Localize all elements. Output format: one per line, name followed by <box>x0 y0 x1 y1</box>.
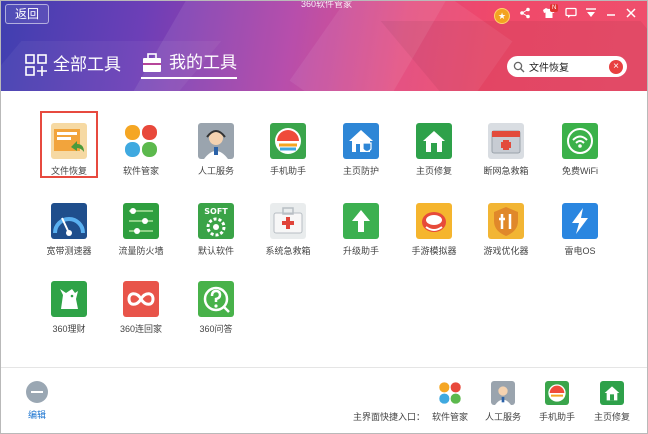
file-restore-icon <box>51 123 87 159</box>
close-icon[interactable] <box>623 7 639 21</box>
tool-label: 免费WiFi <box>562 166 598 176</box>
game-emulator-icon <box>416 203 452 239</box>
tool-file-restore[interactable]: 文件恢复 <box>40 111 98 178</box>
search-input[interactable] <box>529 61 605 72</box>
homepage-repair-icon <box>416 123 452 159</box>
share-icon[interactable] <box>517 7 533 21</box>
thunder-os-icon <box>562 203 598 239</box>
tab-my-tools[interactable]: 我的工具 <box>141 51 237 79</box>
shortcut-label: 主页修复 <box>593 412 630 422</box>
minimize-icon[interactable] <box>603 7 619 21</box>
shortcut-customer-service[interactable]: 人工服务 <box>478 381 528 423</box>
speedtest-icon <box>51 203 87 239</box>
default-software-icon: SOFT <box>198 203 234 239</box>
phone-assistant-icon <box>270 123 306 159</box>
homepage-protect-icon <box>343 123 379 159</box>
tool-traffic-firewall[interactable]: 流量防火墙 <box>106 203 176 257</box>
phone-assistant-icon <box>545 381 569 405</box>
shortcut-phone-assistant[interactable]: 手机助手 <box>532 381 582 423</box>
connect-home-icon <box>123 281 159 317</box>
tool-label: 雷电OS <box>564 246 596 256</box>
homepage-repair-icon <box>600 381 624 405</box>
tool-network-firstaid[interactable]: 断网急救箱 <box>471 123 541 177</box>
tool-label: 升级助手 <box>342 246 379 256</box>
back-button[interactable]: 返回 <box>5 4 49 24</box>
tool-label: 360连回家 <box>119 324 163 334</box>
tool-label: 360问答 <box>199 324 233 334</box>
svg-text:SOFT: SOFT <box>204 207 228 216</box>
shortcut-label: 手机助手 <box>538 412 575 422</box>
new-badge: N <box>550 4 559 12</box>
shortcut-homepage-repair[interactable]: 主页修复 <box>587 381 637 423</box>
customer-service-icon <box>491 381 515 405</box>
medal-icon[interactable]: ★ <box>494 8 510 24</box>
tool-label: 文件恢复 <box>50 166 87 176</box>
tool-360-finance[interactable]: 360理财 <box>34 281 104 335</box>
tool-label: 主页修复 <box>415 166 452 176</box>
tool-label: 主页防护 <box>342 166 379 176</box>
tool-label: 系统急救箱 <box>265 246 311 256</box>
footer-divider <box>1 367 647 368</box>
tool-label: 手机助手 <box>269 166 306 176</box>
shortcut-label: 软件管家 <box>431 412 468 422</box>
tool-upgrade[interactable]: 升级助手 <box>326 203 396 257</box>
tool-free-wifi[interactable]: 免费WiFi <box>545 123 615 177</box>
tool-label: 游戏优化器 <box>483 246 529 256</box>
shortcut-entry-label: 主界面快捷入口： <box>353 412 426 422</box>
shortcut-software-manager[interactable]: 软件管家 <box>425 381 475 423</box>
system-firstaid-icon <box>270 203 306 239</box>
tool-customer-service[interactable]: 人工服务 <box>181 123 251 177</box>
tool-thunder-os[interactable]: 雷电OS <box>545 203 615 257</box>
tab-all-tools[interactable]: 全部工具 <box>25 51 121 79</box>
software-manager-icon <box>438 381 462 405</box>
edit-button[interactable]: 编辑 <box>21 381 53 421</box>
window-title: 360软件管家 <box>301 1 353 9</box>
tool-default-software[interactable]: SOFT 默认软件 <box>181 203 251 257</box>
tool-speedtest[interactable]: 宽带测速器 <box>34 203 104 257</box>
tool-360-connect-home[interactable]: 360连回家 <box>106 281 176 335</box>
customer-service-icon <box>198 123 234 159</box>
minus-circle-icon <box>26 381 48 403</box>
game-optimizer-icon <box>488 203 524 239</box>
clear-search-icon[interactable]: × <box>609 59 623 74</box>
tool-360-qa[interactable]: 360问答 <box>181 281 251 335</box>
finance-icon <box>51 281 87 317</box>
shortcut-label: 人工服务 <box>484 412 521 422</box>
message-icon[interactable] <box>563 7 579 21</box>
tool-label: 断网急救箱 <box>483 166 529 176</box>
tool-game-optimizer[interactable]: 游戏优化器 <box>471 203 541 257</box>
app-window: 返回 360软件管家 ★ N 全部工具 我的工具 文件恢复 × 文件恢复 软件管… <box>0 0 648 434</box>
tab-my-tools-label: 我的工具 <box>169 53 237 72</box>
wifi-icon <box>562 123 598 159</box>
tool-system-firstaid[interactable]: 系统急救箱 <box>253 203 323 257</box>
tool-label: 流量防火墙 <box>118 246 164 256</box>
tool-game-emulator[interactable]: 手游模拟器 <box>399 203 469 257</box>
software-manager-icon <box>123 123 159 159</box>
header-banner: 返回 360软件管家 ★ N 全部工具 我的工具 文件恢复 × <box>1 1 647 91</box>
tool-label: 手游模拟器 <box>411 246 457 256</box>
tool-label: 软件管家 <box>122 166 159 176</box>
tool-label: 360理财 <box>52 324 86 334</box>
tool-homepage-repair[interactable]: 主页修复 <box>399 123 469 177</box>
search-icon <box>513 61 525 72</box>
traffic-firewall-icon <box>123 203 159 239</box>
search-box: × <box>507 56 627 77</box>
tool-phone-assistant[interactable]: 手机助手 <box>253 123 323 177</box>
qa-icon <box>198 281 234 317</box>
tool-label: 默认软件 <box>197 246 234 256</box>
network-firstaid-icon <box>488 123 524 159</box>
tool-homepage-protect[interactable]: 主页防护 <box>326 123 396 177</box>
tool-software-manager[interactable]: 软件管家 <box>106 123 176 177</box>
menu-icon[interactable] <box>583 7 599 21</box>
tool-label: 人工服务 <box>197 166 234 176</box>
tab-all-tools-label: 全部工具 <box>53 55 121 74</box>
toolbox-icon <box>143 53 161 72</box>
tool-label: 宽带测速器 <box>46 246 92 256</box>
grid-plus-icon <box>25 54 47 76</box>
edit-label: 编辑 <box>27 410 46 420</box>
upgrade-icon <box>343 203 379 239</box>
